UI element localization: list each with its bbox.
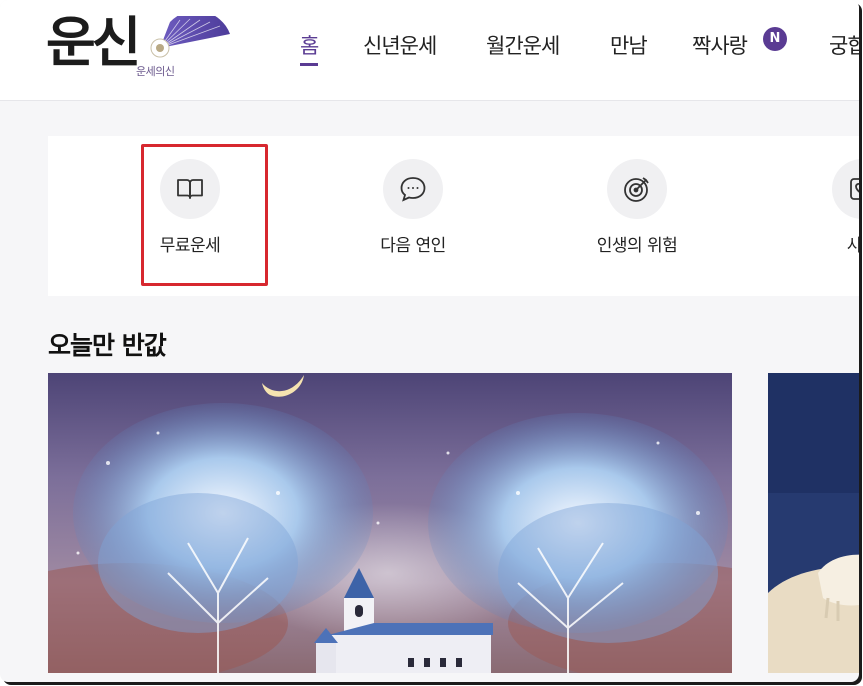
nav-item-new-year[interactable]: 신년운세 <box>363 30 437 60</box>
category-life-risk[interactable]: 인생의 위험 <box>547 136 727 286</box>
site-logo[interactable]: 운신 운세의신 <box>44 10 230 82</box>
nav-item-home[interactable]: 홈 <box>300 30 319 66</box>
nav-item-compatibility[interactable]: 궁합 <box>829 30 859 60</box>
category-icon-circle <box>607 159 667 219</box>
category-icon-circle <box>832 159 859 219</box>
section-title: 오늘만 반값 <box>48 331 167 360</box>
site-header: 운신 운세의신 홈 신년운세 월간운세 만남 짝사랑 궁합 N <box>0 0 859 101</box>
new-badge: N <box>763 27 787 51</box>
category-label: 다음 연인 <box>380 236 446 256</box>
logo-wordmark: 운신 <box>46 10 141 74</box>
product-card-image[interactable] <box>48 373 732 673</box>
nav-item-monthly[interactable]: 월간운세 <box>486 30 560 60</box>
product-card-image-2[interactable] <box>768 373 859 673</box>
category-next-lover[interactable]: 다음 연인 <box>323 136 503 286</box>
night-horse-illustration <box>768 373 859 673</box>
heart-card-icon <box>850 178 859 200</box>
category-dating[interactable]: 사귈 <box>772 136 859 286</box>
nav-item-meeting[interactable]: 만남 <box>610 30 648 60</box>
logo-tagline: 운세의신 <box>136 65 175 78</box>
category-label: 인생의 위험 <box>596 236 678 256</box>
category-icon-circle <box>383 159 443 219</box>
nav-label: 홈 <box>300 34 319 58</box>
selection-highlight-box <box>141 144 268 286</box>
browser-frame: 운신 운세의신 홈 신년운세 월간운세 만남 짝사랑 궁합 N 무료운세 다음 … <box>0 0 859 682</box>
nav-item-crush[interactable]: 짝사랑 <box>692 30 748 60</box>
chat-bubble-icon <box>400 177 426 202</box>
category-label: 사귈 <box>846 236 859 256</box>
target-icon <box>624 177 649 202</box>
nav-active-indicator <box>300 63 319 66</box>
night-church-illustration <box>48 373 732 673</box>
